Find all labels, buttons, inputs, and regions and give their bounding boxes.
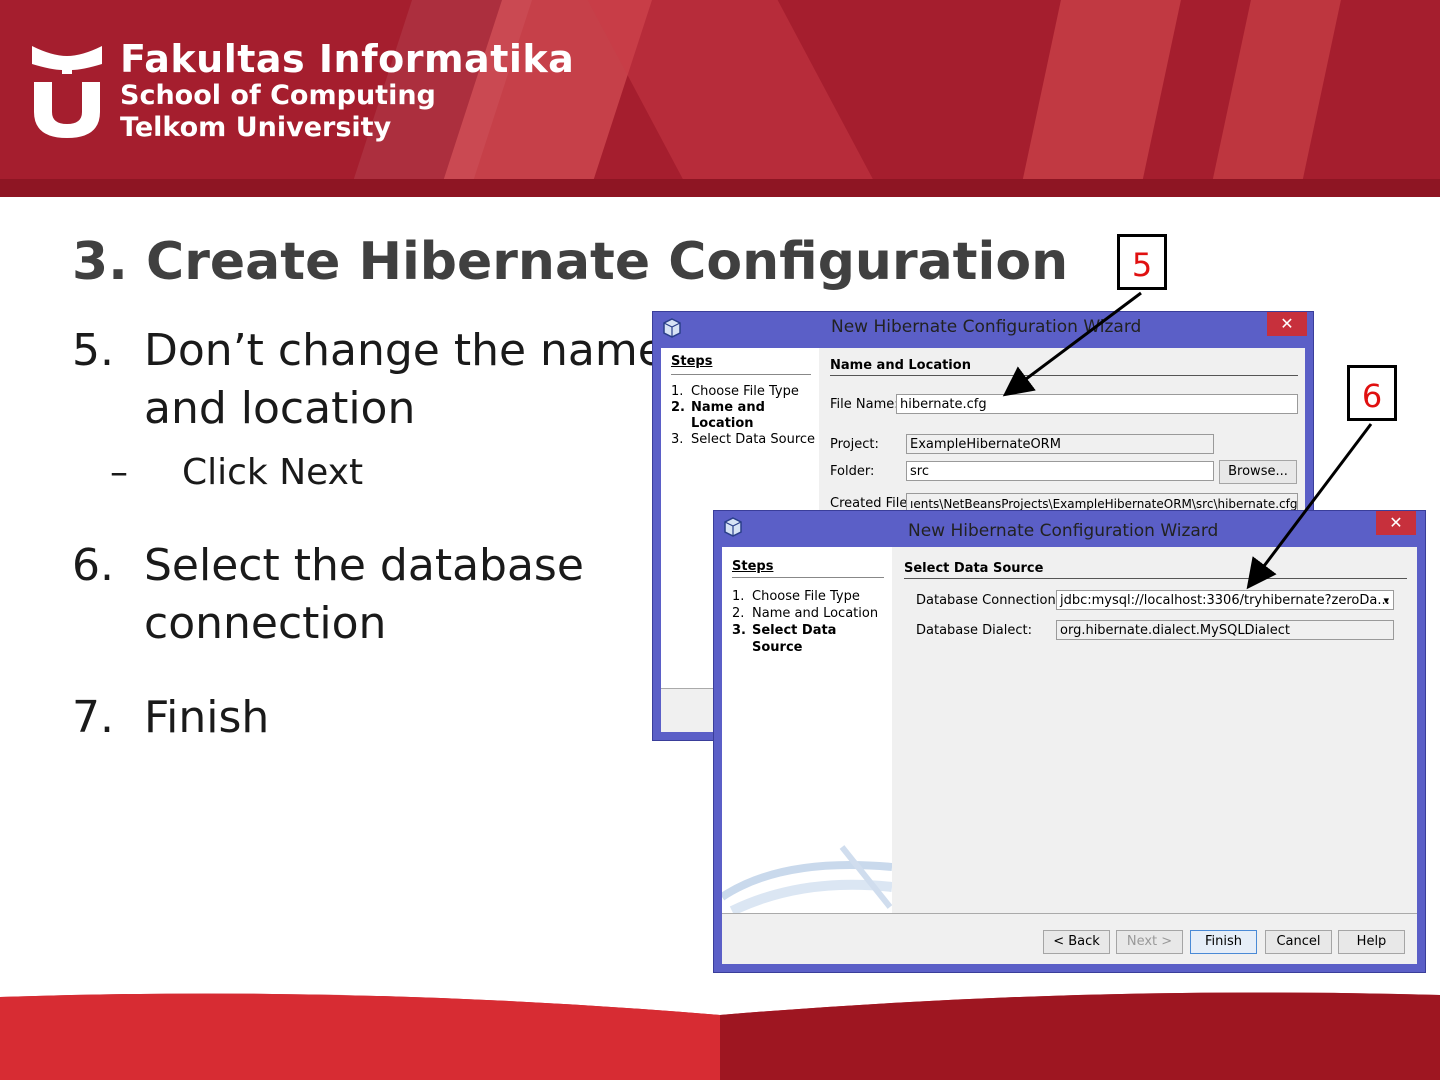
help-button[interactable]: Help bbox=[1338, 930, 1405, 954]
created-file-label: Created File: bbox=[830, 496, 912, 511]
steps-divider bbox=[671, 374, 811, 375]
header-banner: Fakultas Informatika School of Computing… bbox=[0, 0, 1440, 197]
steps-divider bbox=[732, 577, 884, 578]
window-title: New Hibernate Configuration Wizard bbox=[831, 317, 1142, 337]
wizard-watermark-graphic bbox=[722, 845, 892, 913]
window-titlebar: New Hibernate Configuration Wizard ✕ bbox=[714, 511, 1425, 543]
steps-header: Steps bbox=[671, 354, 713, 369]
step-label: Select Data bbox=[752, 623, 837, 638]
section-divider bbox=[904, 578, 1407, 579]
step-label: Choose File Type bbox=[691, 384, 799, 399]
brand-line-school: School of Computing bbox=[120, 80, 436, 111]
window-titlebar: New Hibernate Configuration Wizard ✕ bbox=[653, 312, 1313, 344]
list-item-text-line1: Select the database bbox=[144, 540, 584, 591]
finish-button[interactable]: Finish bbox=[1190, 930, 1257, 954]
browse-button[interactable]: Browse... bbox=[1219, 460, 1297, 484]
database-dialect-field: org.hibernate.dialect.MySQLDialect bbox=[1056, 620, 1394, 640]
list-item-text-line1: Finish bbox=[144, 692, 270, 743]
wizard-window-data-source: New Hibernate Configuration Wizard ✕ Ste… bbox=[713, 510, 1426, 973]
steps-header: Steps bbox=[732, 559, 774, 574]
step-label: Name and Location bbox=[752, 606, 879, 621]
brand-text: Fakultas Informatika School of Computing… bbox=[120, 38, 574, 144]
step-label: Name and bbox=[691, 400, 765, 415]
list-item-number: 7. bbox=[72, 692, 114, 743]
netbeans-cube-icon bbox=[663, 318, 681, 338]
folder-field[interactable]: src bbox=[906, 461, 1214, 481]
callout-step-6: 6 bbox=[1347, 365, 1397, 421]
slide-title-number: 3. bbox=[72, 232, 128, 292]
step-number: 1. bbox=[671, 384, 684, 399]
list-item-text-line1: Don’t change the name bbox=[144, 325, 665, 376]
slide-title-text: Create Hibernate Configuration bbox=[146, 232, 1069, 292]
sub-item-dash: – bbox=[110, 452, 128, 493]
step-number: 3. bbox=[732, 623, 746, 638]
project-field: ExampleHibernateORM bbox=[906, 434, 1214, 454]
section-divider bbox=[830, 375, 1298, 376]
database-connection-label: Database Connection: bbox=[916, 593, 1061, 608]
list-item-number: 5. bbox=[72, 325, 114, 376]
steps-panel: Steps 1. Choose File Type 2. Name and Loca… bbox=[722, 547, 892, 913]
section-title: Name and Location bbox=[830, 358, 971, 373]
step-number: 2. bbox=[732, 606, 745, 621]
file-name-field[interactable]: hibernate.cfg bbox=[896, 394, 1298, 414]
footer-banner bbox=[0, 992, 1440, 1080]
cancel-button[interactable]: Cancel bbox=[1265, 930, 1332, 954]
chevron-down-icon: ▾ bbox=[1383, 594, 1389, 607]
banner-stripe bbox=[587, 0, 883, 197]
step-label: Select Data Source bbox=[691, 432, 816, 447]
window-title: New Hibernate Configuration Wizard bbox=[908, 521, 1219, 541]
telkom-logo-icon bbox=[32, 46, 102, 138]
slide-title: 3. Create Hibernate Configuration bbox=[72, 232, 1068, 292]
step-label: Source bbox=[752, 640, 803, 655]
close-button[interactable]: ✕ bbox=[1376, 511, 1416, 535]
step-number: 1. bbox=[732, 589, 745, 604]
sub-item-text: Click Next bbox=[182, 452, 364, 493]
next-button: Next > bbox=[1116, 930, 1183, 954]
database-connection-select[interactable]: jdbc:mysql://localhost:3306/tryhibernate… bbox=[1056, 590, 1394, 610]
brand-line-faculty: Fakultas Informatika bbox=[120, 37, 575, 81]
database-dialect-label: Database Dialect: bbox=[916, 623, 1032, 638]
list-item-text-line2: connection bbox=[144, 598, 387, 649]
banner-stripe bbox=[1209, 0, 1341, 197]
window-body: Steps 1. Choose File Type 2. Name and Loca… bbox=[722, 547, 1417, 964]
brand-line-university: Telkom University bbox=[120, 112, 392, 143]
project-label: Project: bbox=[830, 437, 879, 452]
list-item-text-line2: and location bbox=[144, 383, 416, 434]
banner-bottom-line bbox=[0, 179, 1440, 197]
file-name-label: File Name: bbox=[830, 397, 899, 412]
step-label: Location bbox=[691, 416, 754, 431]
section-title: Select Data Source bbox=[904, 561, 1044, 576]
window-footer-divider bbox=[722, 913, 1417, 914]
step-number: 2. bbox=[671, 400, 685, 415]
folder-label: Folder: bbox=[830, 464, 875, 479]
back-button[interactable]: < Back bbox=[1043, 930, 1110, 954]
database-connection-value: jdbc:mysql://localhost:3306/tryhibernate… bbox=[1060, 593, 1390, 608]
close-button[interactable]: ✕ bbox=[1267, 312, 1307, 336]
callout-step-5: 5 bbox=[1117, 234, 1167, 290]
list-item-number: 6. bbox=[72, 540, 114, 591]
netbeans-cube-icon bbox=[724, 517, 742, 537]
step-number: 3. bbox=[671, 432, 684, 447]
banner-stripe bbox=[1019, 0, 1181, 197]
step-label: Choose File Type bbox=[752, 589, 860, 604]
